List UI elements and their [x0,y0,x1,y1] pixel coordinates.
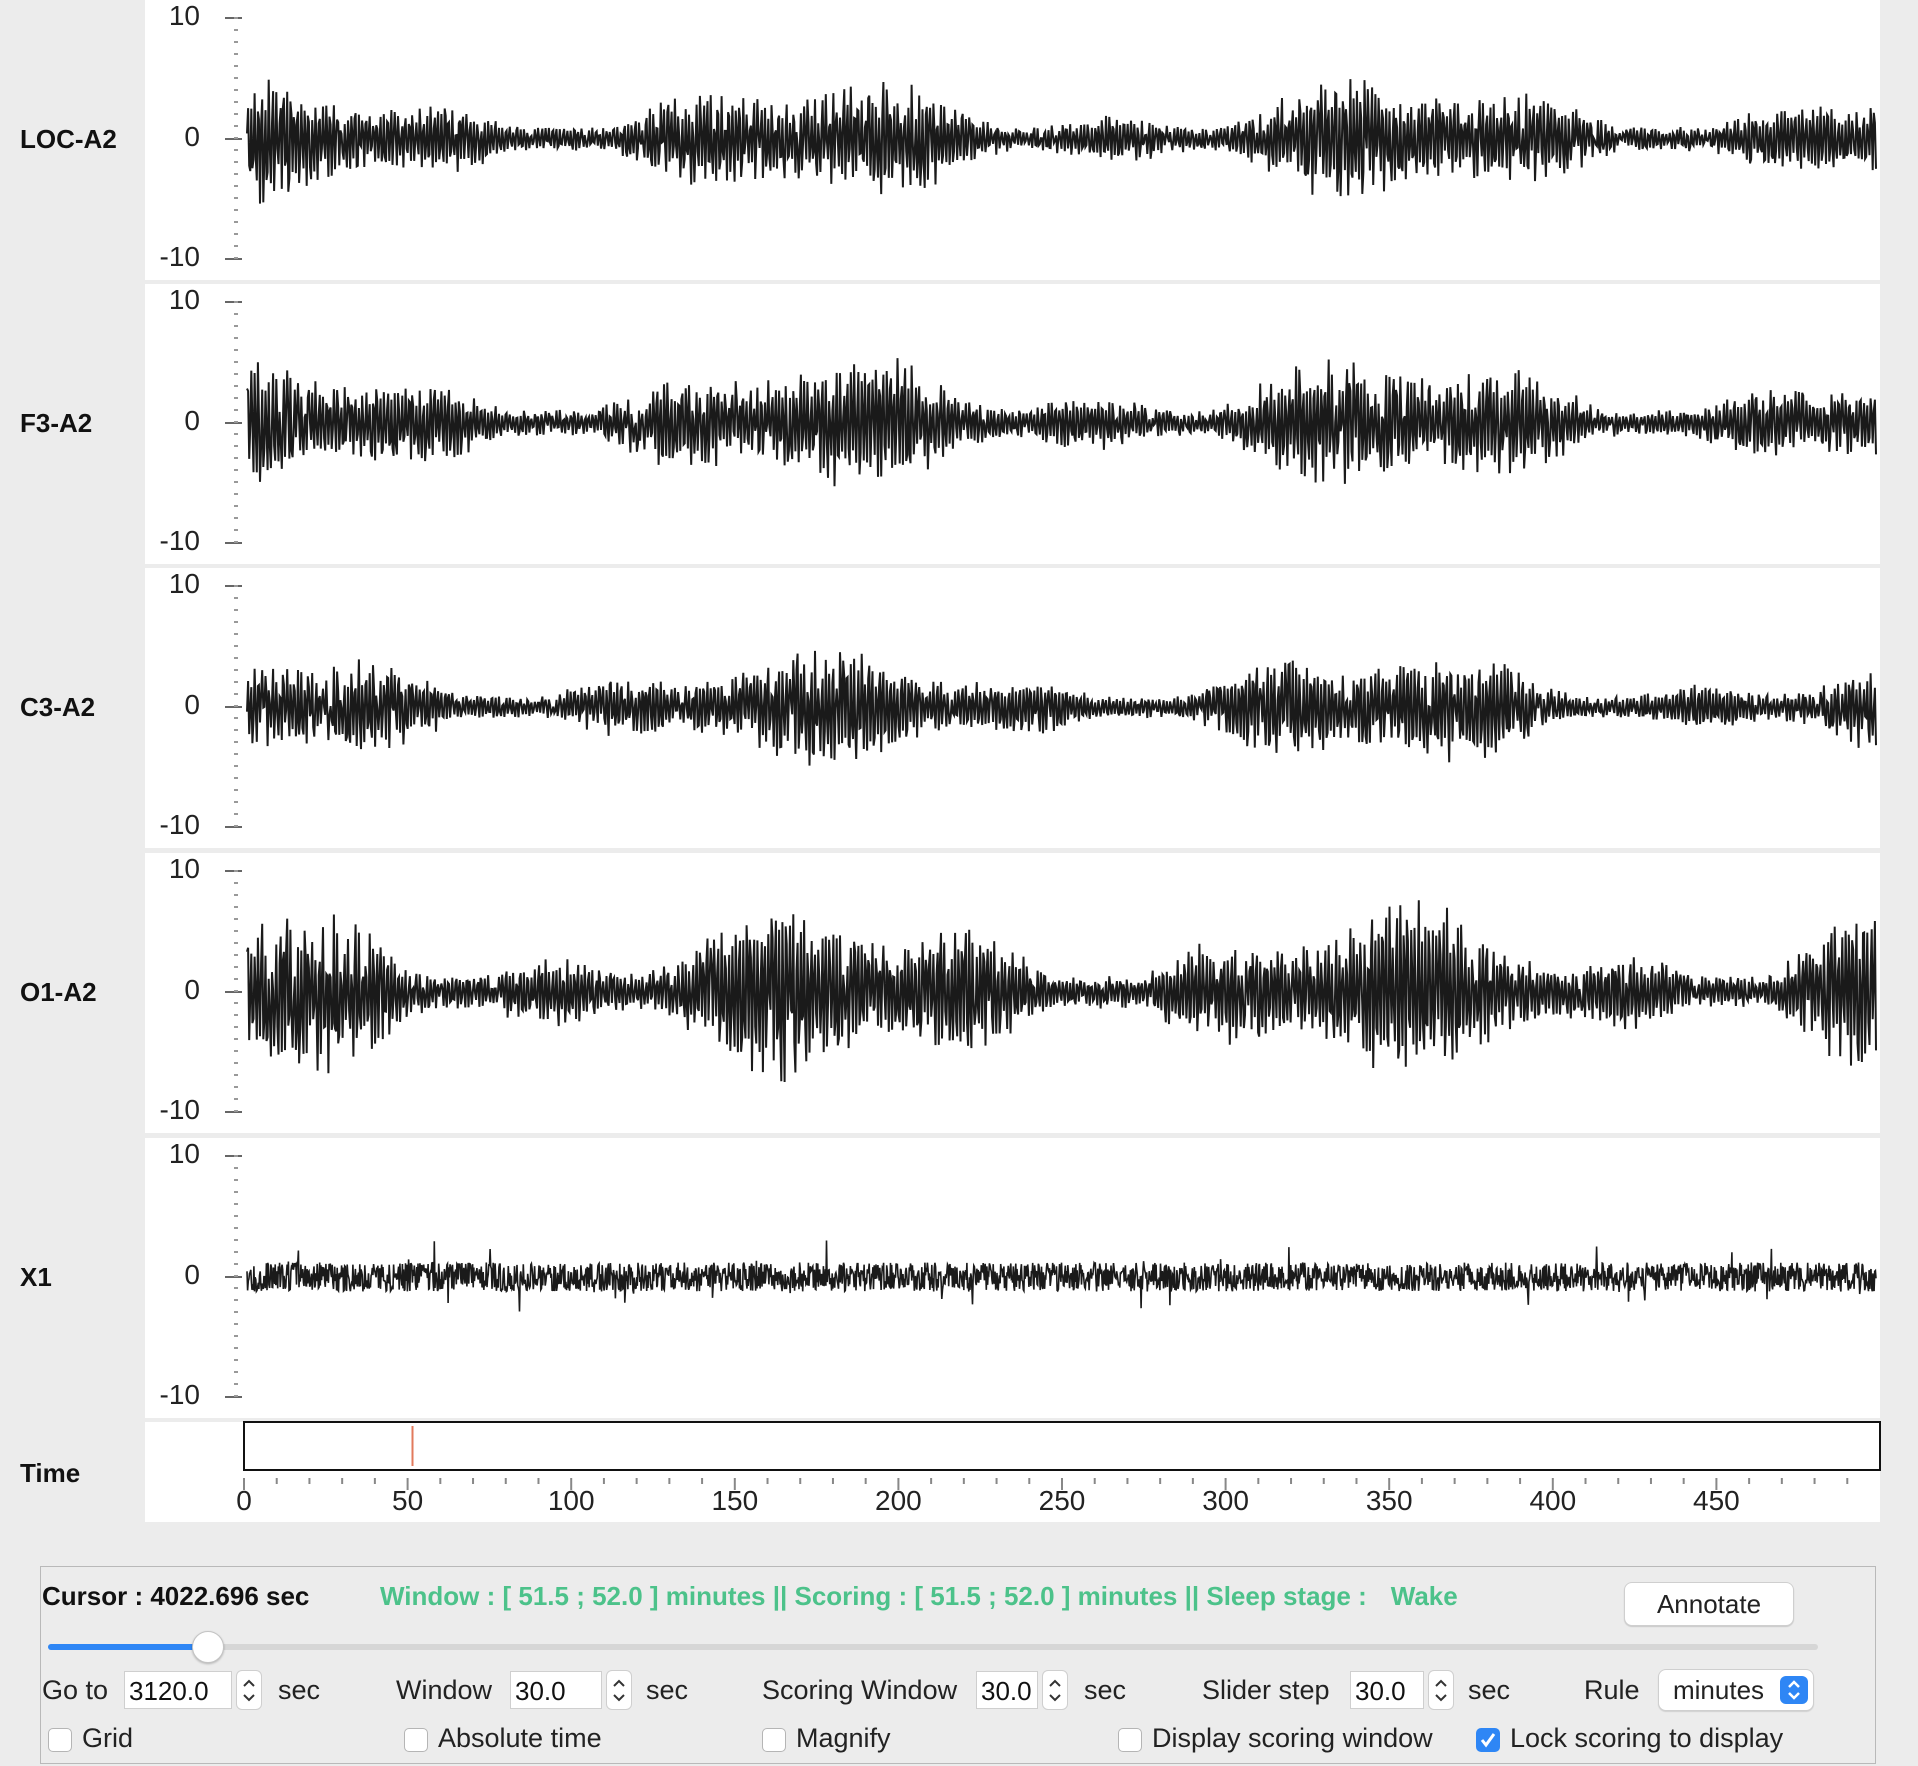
display-scoring-window-label: Display scoring window [1152,1723,1433,1753]
cursor-readout: Cursor : 4022.696 sec [42,1581,310,1611]
scoring-window-label: Scoring Window [762,1675,958,1705]
rule-label: Rule [1584,1675,1640,1705]
scoring-window-input[interactable]: 30.0 [976,1671,1038,1709]
window-label: Window [396,1675,493,1705]
signal-trace [246,650,1877,766]
time-slider[interactable] [48,1631,1818,1663]
hypnogram-box[interactable] [243,1421,1881,1471]
grid-checkbox[interactable] [48,1728,72,1752]
stepper-arrows-icon [1049,1679,1061,1702]
slider-fill [48,1644,208,1650]
display-scoring-window-checkbox[interactable] [1118,1728,1142,1752]
sleep-stage-value: Wake [1390,1581,1458,1611]
rule-select[interactable]: minutes [1658,1669,1814,1711]
trace-line [246,79,1877,204]
slider-step-unit: sec [1468,1675,1511,1705]
grid-label: Grid [82,1723,134,1753]
trace-line [246,1240,1877,1312]
stepper-arrows-icon [243,1679,255,1702]
signal-trace [246,1240,1877,1312]
x-tick-label: 0 [236,1485,252,1516]
goto-stepper[interactable] [236,1670,262,1710]
annotate-button[interactable]: Annotate [1624,1582,1794,1626]
signal-trace [246,900,1877,1083]
x-tick-label: 350 [1366,1485,1413,1516]
x-tick-label: 200 [875,1485,922,1516]
slider-step-label: Slider step [1202,1675,1330,1705]
channel-o1-a2: O1-A2 10 0 -10 [0,853,1918,1136]
absolute-time-label: Absolute time [438,1723,602,1753]
window-unit: sec [646,1675,689,1705]
select-arrows-icon [1780,1676,1808,1704]
trace-line [246,358,1877,487]
lock-scoring-checkbox[interactable] [1476,1728,1500,1752]
trace-line [246,650,1877,766]
goto-input[interactable]: 3120.0 [124,1671,232,1709]
x-tick-label: 250 [1039,1485,1086,1516]
x-tick-label: 300 [1202,1485,1249,1516]
channel-f3-a2: F3-A2 10 0 -10 [0,284,1918,567]
x-tick-label: 100 [548,1485,595,1516]
stepper-arrows-icon [1435,1679,1447,1702]
channel-loc-a2: LOC-A2 10 0 -10 [0,0,1918,283]
channel-c3-a2: C3-A2 10 0 -10 [0,568,1918,851]
stepper-arrows-icon [613,1679,625,1702]
x-tick-label: 400 [1529,1485,1576,1516]
slider-step-input[interactable]: 30.0 [1350,1671,1424,1709]
window-input[interactable]: 30.0 [510,1671,602,1709]
rule-select-value: minutes [1673,1675,1765,1705]
window-stepper[interactable] [606,1670,632,1710]
lock-scoring-label: Lock scoring to display [1510,1723,1784,1753]
x-tick-label: 150 [711,1485,758,1516]
magnify-checkbox[interactable] [762,1728,786,1752]
slider-step-stepper[interactable] [1428,1670,1454,1710]
magnify-label: Magnify [796,1723,891,1753]
goto-unit: sec [278,1675,321,1705]
scoring-window-unit: sec [1084,1675,1127,1705]
checkmark-icon [1480,1733,1496,1748]
scoring-window-stepper[interactable] [1042,1670,1068,1710]
absolute-time-checkbox[interactable] [404,1728,428,1752]
signal-trace [246,358,1877,487]
x-tick-label: 50 [392,1485,423,1516]
goto-label: Go to [42,1675,109,1705]
time-axis[interactable]: 0 50 100 150 200 250 300 350 400 450 [0,1418,1918,1548]
channel-x1: X1 10 0 -10 [0,1138,1918,1421]
window-status: Window : [ 51.5 ; 52.0 ] minutes || Scor… [380,1581,1515,1612]
signal-trace [246,79,1877,204]
window-status-text: Window : [ 51.5 ; 52.0 ] minutes || Scor… [380,1581,1367,1611]
x-tick-label: 450 [1693,1485,1740,1516]
trace-line [246,900,1877,1083]
